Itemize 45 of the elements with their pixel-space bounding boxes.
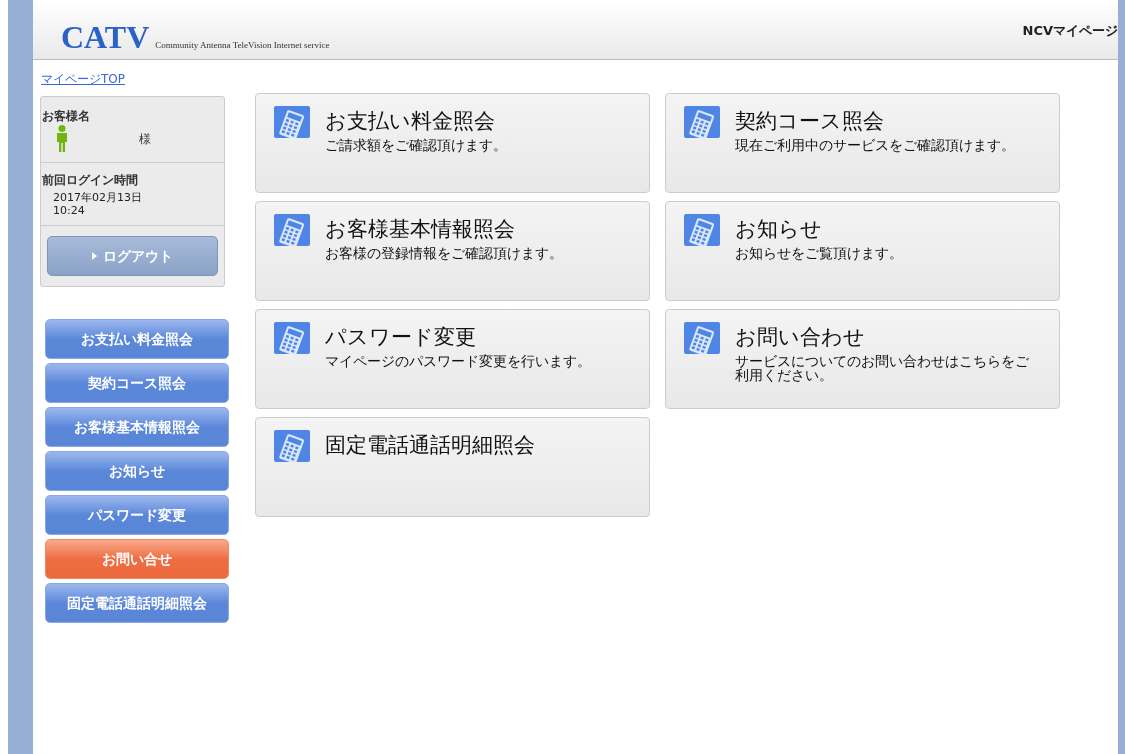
card-description: 現在ご利用中のサービスをご確認頂けます。 <box>735 138 1016 152</box>
card-title: お知らせ <box>735 216 823 243</box>
site-title: NCVマイページ <box>1022 21 1118 40</box>
card-title: 契約コース照会 <box>735 108 885 135</box>
calculator-icon <box>684 322 720 354</box>
side-menu-button[interactable]: 契約コース照会 <box>45 363 229 403</box>
calculator-icon <box>684 106 720 138</box>
menu-card[interactable]: 固定電話通話明細照会 <box>255 417 650 517</box>
menu-card[interactable]: お支払い料金照会 ご請求額をご確認頂けます。 <box>255 93 650 193</box>
card-title: 固定電話通話明細照会 <box>325 432 535 459</box>
person-icon <box>55 125 69 152</box>
calculator-icon <box>274 214 310 246</box>
side-menu-button[interactable]: お問い合せ <box>45 539 229 579</box>
card-title: パスワード変更 <box>325 324 477 351</box>
card-title: お支払い料金照会 <box>325 108 496 135</box>
menu-card[interactable]: お問い合わせ サービスについてのお問い合わせはこちらをご利用ください。 <box>665 309 1060 409</box>
menu-card[interactable]: 契約コース照会 現在ご利用中のサービスをご確認頂けます。 <box>665 93 1060 193</box>
calculator-icon <box>274 322 310 354</box>
last-login-date: 2017年02月13日 <box>52 191 143 204</box>
card-description: ご請求額をご確認頂けます。 <box>325 138 508 152</box>
card-description: お客様の登録情報をご確認頂けます。 <box>325 246 564 260</box>
breadcrumb-link[interactable]: マイページTOP <box>41 72 125 86</box>
side-menu-button[interactable]: お客様基本情報照会 <box>45 407 229 447</box>
side-menu-button[interactable]: パスワード変更 <box>45 495 229 535</box>
calculator-icon <box>274 106 310 138</box>
triangle-icon <box>92 252 97 260</box>
card-title: お客様基本情報照会 <box>325 216 516 243</box>
card-description: マイページのパスワード変更を行います。 <box>325 354 592 368</box>
menu-card[interactable]: パスワード変更 マイページのパスワード変更を行います。 <box>255 309 650 409</box>
last-login-label: 前回ログイン時間 <box>42 172 139 189</box>
card-description: お知らせをご覧頂けます。 <box>735 246 904 260</box>
tagline: Community Antenna TeleVision Internet service <box>155 38 330 52</box>
customer-name-label: お客様名 <box>42 108 91 125</box>
card-title: お問い合わせ <box>735 324 866 351</box>
side-menu-button[interactable]: 固定電話通話明細照会 <box>45 583 229 623</box>
menu-card[interactable]: お知らせ お知らせをご覧頂けます。 <box>665 201 1060 301</box>
calculator-icon <box>274 430 310 462</box>
side-menu-button[interactable]: お知らせ <box>45 451 229 491</box>
logo: CATV <box>61 21 150 53</box>
side-menu-button[interactable]: お支払い料金照会 <box>45 319 229 359</box>
menu-card[interactable]: お客様基本情報照会 お客様の登録情報をご確認頂けます。 <box>255 201 650 301</box>
calculator-icon <box>684 214 720 246</box>
last-login-time: 10:24 <box>52 204 86 217</box>
name-suffix: 様 <box>139 130 151 148</box>
card-description: サービスについてのお問い合わせはこちらをご利用ください。 <box>735 354 1030 382</box>
